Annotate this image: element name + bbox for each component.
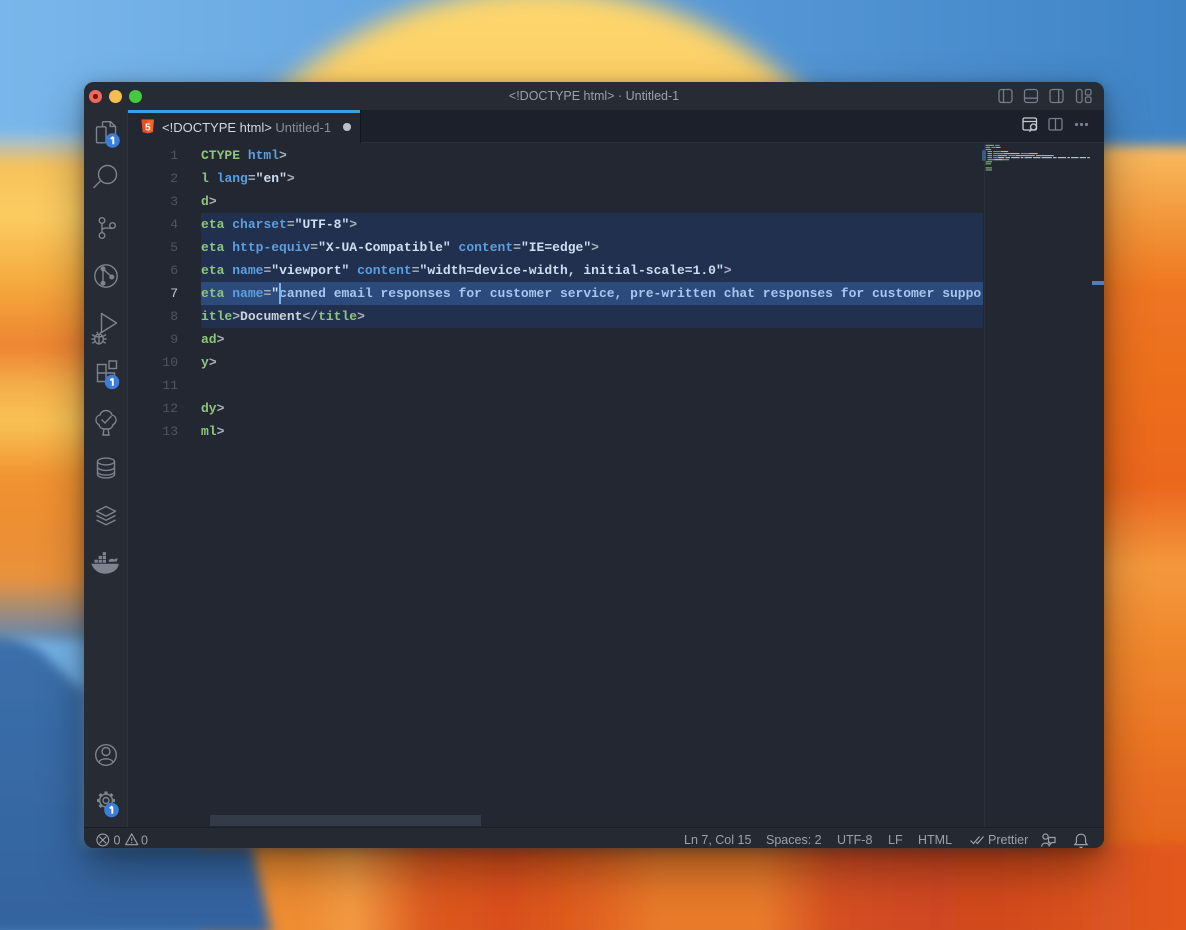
svg-text:5: 5 [145,122,151,133]
